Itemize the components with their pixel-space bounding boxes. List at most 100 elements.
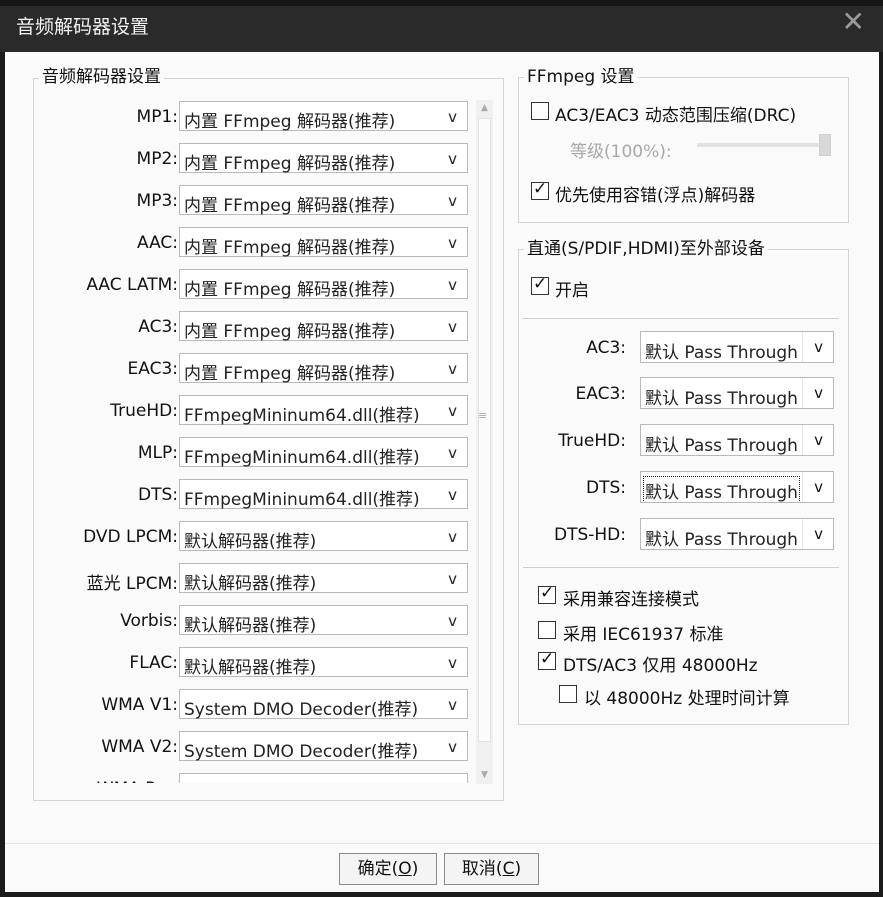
decoder-select-value: FFmpegMininum64.dll(推荐) <box>184 406 420 426</box>
decoder-select-value: 内置 FFmpeg 解码器(推荐) <box>184 112 396 132</box>
passthrough-select[interactable]: 默认 Pass Through v <box>640 331 834 363</box>
decoder-select-value: System DMO Decoder(推荐) <box>184 779 418 783</box>
decoder-select[interactable]: 默认解码器(推荐) v <box>179 563 468 594</box>
decoder-row: FLAC: 默认解码器(推荐) v <box>52 647 492 679</box>
decoder-select[interactable]: FFmpegMininum64.dll(推荐) v <box>179 437 468 468</box>
passthrough-enable-label[interactable]: 开启 <box>555 276 589 301</box>
decoder-select[interactable]: 内置 FFmpeg 解码器(推荐) v <box>179 143 468 174</box>
decoder-select-value: 默认解码器(推荐) <box>184 574 317 594</box>
decoder-select[interactable]: 内置 FFmpeg 解码器(推荐) v <box>179 101 468 132</box>
check-mark-icon: ✓ <box>533 179 548 199</box>
chevron-down-icon: v <box>448 276 457 294</box>
chevron-down-icon: v <box>448 318 457 336</box>
chevron-down-icon: v <box>448 360 457 378</box>
chevron-down-icon: v <box>814 384 823 402</box>
decoder-select[interactable]: FFmpegMininum64.dll(推荐) v <box>179 479 468 510</box>
ok-button[interactable]: 确定(O) <box>339 853 437 885</box>
passthrough-group-label: 直通(S/PDIF,HDMI)至外部设备 <box>524 239 768 259</box>
decoder-label: AC3: <box>138 317 178 337</box>
decoder-label: TrueHD: <box>110 401 178 421</box>
compat-mode-checkbox[interactable]: ✓ <box>538 583 556 604</box>
drc-checkbox[interactable] <box>531 102 549 120</box>
drc-label[interactable]: AC3/EAC3 动态范围压缩(DRC) <box>555 101 796 126</box>
passthrough-select-value: 默认 Pass Through <box>645 436 798 456</box>
close-icon[interactable]: ✕ <box>842 8 865 36</box>
decoder-select[interactable]: 内置 FFmpeg 解码器(推荐) v <box>179 311 468 342</box>
passthrough-select[interactable]: 默认 Pass Through v <box>640 471 834 503</box>
scroll-up-arrow-icon[interactable]: ▲ <box>476 100 493 117</box>
time-48k-checkbox[interactable] <box>559 685 577 703</box>
chevron-down-icon: v <box>448 192 457 210</box>
decoder-select-value: 内置 FFmpeg 解码器(推荐) <box>184 154 396 174</box>
decoder-select[interactable]: FFmpegMininum64.dll(推荐) v <box>179 395 468 426</box>
decoder-label: AAC LATM: <box>86 275 178 295</box>
ffmpeg-group-label: FFmpeg 设置 <box>524 67 638 87</box>
drc-level-slider[interactable] <box>697 143 827 147</box>
decoder-label: EAC3: <box>127 359 179 379</box>
passthrough-select[interactable]: 默认 Pass Through v <box>640 377 834 409</box>
chevron-down-icon: v <box>814 431 823 449</box>
decoder-label: DTS: <box>138 485 178 505</box>
prefer-float-label[interactable]: 优先使用容错(浮点)解码器 <box>555 181 755 206</box>
decoder-select-value: 内置 FFmpeg 解码器(推荐) <box>184 280 396 300</box>
dts-ac3-48k-checkbox[interactable]: ✓ <box>538 649 556 670</box>
cancel-button[interactable]: 取消(C) <box>444 853 539 885</box>
passthrough-select-value: 默认 Pass Through <box>645 389 798 409</box>
passthrough-select-value: 默认 Pass Through <box>643 476 800 502</box>
footer-divider <box>5 843 879 844</box>
decoder-select[interactable]: System DMO Decoder(推荐) v <box>179 689 468 720</box>
decoder-row: MP3: 内置 FFmpeg 解码器(推荐) v <box>52 185 492 217</box>
decoder-select-value: System DMO Decoder(推荐) <box>184 742 419 762</box>
prefer-float-checkbox[interactable]: ✓ <box>531 179 549 200</box>
decoder-label: Vorbis: <box>120 611 178 631</box>
dts-ac3-48k-label[interactable]: DTS/AC3 仅用 48000Hz <box>563 651 758 676</box>
passthrough-select-value: 默认 Pass Through <box>645 530 798 550</box>
passthrough-enable-checkbox[interactable]: ✓ <box>531 274 549 295</box>
decoder-select[interactable]: 默认解码器(推荐) v <box>179 647 468 678</box>
decoder-row: DVD LPCM: 默认解码器(推荐) v <box>52 521 492 553</box>
chevron-down-icon: v <box>814 338 823 356</box>
decoder-select[interactable]: System DMO Decoder(推荐) v <box>179 773 468 783</box>
decoder-row: AC3: 内置 FFmpeg 解码器(推荐) v <box>52 311 492 343</box>
decoder-select-value: 默认解码器(推荐) <box>184 616 317 636</box>
decoder-row: MP2: 内置 FFmpeg 解码器(推荐) v <box>52 143 492 175</box>
passthrough-label: TrueHD: <box>558 431 626 451</box>
iec61937-label[interactable]: 采用 IEC61937 标准 <box>563 620 724 645</box>
decoder-select[interactable]: 内置 FFmpeg 解码器(推荐) v <box>179 227 468 258</box>
chevron-down-icon: v <box>448 150 457 168</box>
iec61937-checkbox[interactable] <box>538 621 556 639</box>
scroll-thumb[interactable] <box>478 118 491 742</box>
decoder-label: WMA Pro: <box>97 779 178 783</box>
decoder-select-value: 内置 FFmpeg 解码器(推荐) <box>184 364 396 384</box>
decoder-label: MP1: <box>136 107 178 127</box>
chevron-down-icon: v <box>448 486 457 504</box>
passthrough-select[interactable]: 默认 Pass Through v <box>640 424 834 456</box>
chevron-down-icon: v <box>448 402 457 420</box>
decoder-row: AAC LATM: 内置 FFmpeg 解码器(推荐) v <box>52 269 492 301</box>
chevron-down-icon: v <box>448 612 457 630</box>
decoder-select[interactable]: 内置 FFmpeg 解码器(推荐) v <box>179 269 468 300</box>
decoder-list: MP1: 内置 FFmpeg 解码器(推荐) v MP2: 内置 FFmpeg 解码器(… <box>52 95 492 783</box>
drc-level-slider-thumb[interactable] <box>819 134 831 156</box>
scroll-down-arrow-icon[interactable]: ▼ <box>476 767 493 784</box>
decoder-list-scrollbar[interactable]: ▲ ≡ ▼ <box>476 100 493 784</box>
decoder-label: MP2: <box>136 149 178 169</box>
decoder-select[interactable]: 默认解码器(推荐) v <box>179 605 468 636</box>
time-48k-label[interactable]: 以 48000Hz 处理时间计算 <box>584 684 790 709</box>
decoder-select[interactable]: 内置 FFmpeg 解码器(推荐) v <box>179 185 468 216</box>
decoder-select[interactable]: 默认解码器(推荐) v <box>179 521 468 552</box>
decoder-select-value: 默认解码器(推荐) <box>184 658 317 678</box>
chevron-down-icon: v <box>448 108 457 126</box>
chevron-down-icon: v <box>448 780 457 783</box>
passthrough-select[interactable]: 默认 Pass Through v <box>640 518 834 550</box>
decoder-label: DVD LPCM: <box>83 527 178 547</box>
passthrough-row: DTS-HD: 默认 Pass Through v <box>528 518 838 552</box>
decoder-select[interactable]: 内置 FFmpeg 解码器(推荐) v <box>179 353 468 384</box>
decoder-label: 蓝光 LPCM: <box>86 574 178 594</box>
decoder-select-value: 内置 FFmpeg 解码器(推荐) <box>184 322 396 342</box>
compat-mode-label[interactable]: 采用兼容连接模式 <box>563 585 699 610</box>
title-bar-top-strip <box>0 0 883 6</box>
decoder-row: Vorbis: 默认解码器(推荐) v <box>52 605 492 637</box>
decoder-label: FLAC: <box>129 653 178 673</box>
decoder-select[interactable]: System DMO Decoder(推荐) v <box>179 731 468 762</box>
